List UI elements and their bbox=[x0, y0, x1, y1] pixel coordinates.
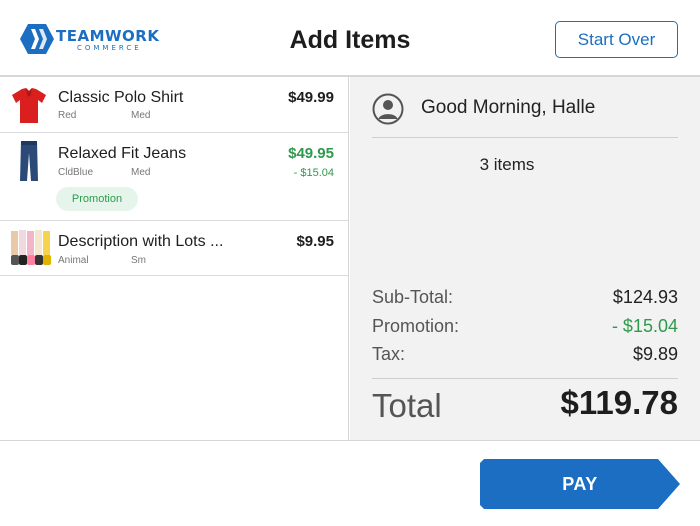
socks-image bbox=[11, 230, 51, 265]
item-count: 3 items bbox=[479, 155, 535, 174]
logo-text-teamwork: TEAMWORK bbox=[56, 27, 160, 45]
order-summary-panel: Good Morning, Halle 3 items Sub-Total: $… bbox=[350, 77, 700, 440]
promotion-label: Promotion: bbox=[372, 316, 460, 336]
item-color: CldBlue bbox=[58, 167, 94, 178]
header-bar: TEAMWORK COMMERCE Add Items Start Over bbox=[0, 0, 700, 77]
item-price: $49.99 bbox=[288, 89, 334, 106]
list-item[interactable]: Relaxed Fit Jeans CldBlue Med $49.95 - $… bbox=[0, 133, 348, 221]
list-item[interactable]: Classic Polo Shirt Red Med $49.99 bbox=[0, 77, 348, 133]
red-polo-shirt-image bbox=[12, 88, 46, 123]
divider bbox=[372, 137, 678, 138]
start-over-button[interactable]: Start Over bbox=[555, 21, 678, 58]
pay-button[interactable]: PAY bbox=[480, 459, 680, 509]
cart-item-list: Classic Polo Shirt Red Med $49.99 Relaxe… bbox=[0, 77, 349, 440]
page-title: Add Items bbox=[289, 26, 411, 54]
total-value: $119.78 bbox=[560, 384, 678, 421]
subtotal-value: $124.93 bbox=[612, 287, 678, 307]
item-discount: - $15.04 bbox=[293, 167, 334, 179]
item-size: Med bbox=[131, 167, 151, 178]
item-color: Animal bbox=[58, 255, 89, 266]
item-name: Classic Polo Shirt bbox=[58, 89, 184, 106]
item-color: Red bbox=[58, 110, 77, 121]
footer-bar: PAY bbox=[0, 440, 700, 526]
promotion-badge: Promotion bbox=[56, 187, 138, 211]
tax-label: Tax: bbox=[372, 344, 406, 364]
logo-text-commerce: COMMERCE bbox=[77, 44, 142, 52]
user-avatar-icon[interactable] bbox=[372, 93, 404, 125]
customer-greeting: Good Morning, Halle bbox=[421, 97, 596, 118]
blue-jeans-image bbox=[20, 141, 38, 181]
promotion-value: - $15.04 bbox=[611, 316, 678, 336]
item-price: $49.95 bbox=[288, 145, 334, 162]
item-size: Sm bbox=[131, 255, 146, 266]
tax-value: $9.89 bbox=[632, 344, 678, 364]
item-size: Med bbox=[131, 110, 151, 121]
list-item[interactable]: Description with Lots ... Animal Sm $9.9… bbox=[0, 221, 348, 276]
item-name: Description with Lots ... bbox=[58, 233, 224, 250]
item-price: $9.95 bbox=[296, 233, 334, 250]
subtotal-label: Sub-Total: bbox=[372, 287, 454, 307]
teamwork-commerce-logo: TEAMWORK COMMERCE bbox=[20, 24, 170, 54]
item-name: Relaxed Fit Jeans bbox=[58, 145, 187, 162]
total-label: Total bbox=[372, 387, 442, 424]
divider bbox=[372, 378, 678, 379]
logo-mark-icon bbox=[20, 24, 54, 54]
